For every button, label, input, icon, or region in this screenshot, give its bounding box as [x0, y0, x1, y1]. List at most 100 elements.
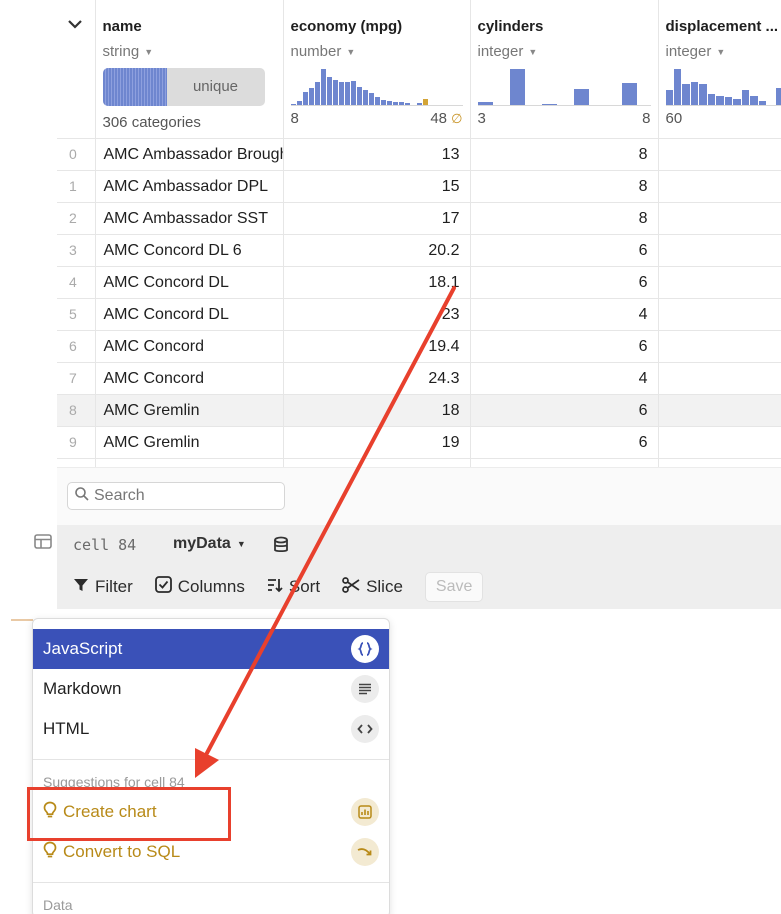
histogram-range: 38	[478, 110, 651, 127]
table-row[interactable]: 9 AMC Gremlin 19 6	[57, 426, 781, 459]
save-button[interactable]: Save	[424, 572, 484, 602]
range-max-value: 48	[430, 110, 447, 127]
scissors-icon	[342, 576, 360, 598]
table-row[interactable]: 10AMC Gremlin206	[57, 458, 781, 467]
cell-displacement	[658, 202, 781, 235]
cell-economy: 18	[283, 394, 471, 427]
cell-cylinders: 6	[470, 394, 659, 427]
cell-name: AMC Gremlin	[95, 458, 284, 467]
table-row[interactable]: 2 AMC Ambassador SST 17 8	[57, 202, 781, 235]
histogram-range: 8 48 ∅	[291, 110, 463, 127]
search-input[interactable]	[94, 487, 274, 505]
cell-name: AMC Ambassador SST	[95, 202, 284, 235]
braces-icon	[351, 635, 379, 663]
table-toolbar: Filter Columns Sort Slice Save	[57, 565, 781, 609]
cell-name: AMC Gremlin	[95, 394, 284, 427]
slice-button[interactable]: Slice	[342, 576, 403, 598]
cell-cylinders: 6	[470, 426, 659, 459]
histogram-bar	[320, 69, 326, 105]
sort-label: Sort	[288, 577, 321, 596]
filter-label: Filter	[95, 577, 133, 596]
cell-displacement	[658, 138, 781, 171]
chevron-down-icon[interactable]	[67, 14, 94, 35]
row-index: 10	[57, 458, 96, 467]
histogram-displacement[interactable]	[665, 68, 781, 106]
column-header-displacement[interactable]: displacement ... integer ▼ 60	[658, 0, 781, 139]
table-row[interactable]: 6 AMC Concord 19.4 6	[57, 330, 781, 363]
table-row[interactable]: 1 AMC Ambassador DPL 15 8	[57, 170, 781, 203]
histogram-bar	[422, 99, 428, 105]
row-index: 3	[57, 234, 96, 267]
cell-displacement	[658, 266, 781, 299]
cell-displacement	[658, 394, 781, 427]
column-type-dropdown[interactable]: integer ▼	[666, 43, 781, 60]
filter-button[interactable]: Filter	[73, 577, 133, 597]
cell-name: AMC Ambassador Brougham	[95, 138, 284, 171]
cell-name: AMC Concord	[95, 330, 284, 363]
cell-displacement	[658, 298, 781, 331]
menu-item-label: HTML	[43, 719, 90, 738]
table-row[interactable]: 8 AMC Gremlin 18 6	[57, 394, 781, 427]
histogram-bar	[392, 101, 398, 105]
histogram-bar	[296, 100, 302, 105]
range-min: 8	[290, 110, 299, 127]
table-row[interactable]: 7 AMC Concord 24.3 4	[57, 362, 781, 395]
sort-icon	[267, 577, 283, 598]
menu-item-html[interactable]: HTML	[33, 709, 389, 749]
column-header-economy[interactable]: economy (mpg) number ▼ 8 48 ∅	[283, 0, 471, 139]
cell-displacement	[658, 426, 781, 459]
column-type-dropdown[interactable]: string ▼	[103, 43, 276, 60]
column-type-dropdown[interactable]: integer ▼	[478, 43, 651, 60]
row-index: 0	[57, 138, 96, 171]
histogram-bar	[386, 100, 392, 105]
histogram-economy[interactable]	[290, 68, 463, 106]
table-row[interactable]: 4 AMC Concord DL 18.1 6	[57, 266, 781, 299]
cell-displacement	[658, 330, 781, 363]
cell-name: AMC Concord DL 6	[95, 234, 284, 267]
histogram-bar	[338, 81, 344, 105]
sort-button[interactable]: Sort	[267, 577, 320, 598]
table-row[interactable]: 0AMC Ambassador Brougham138	[57, 138, 781, 171]
cell-economy: 17	[283, 202, 471, 235]
range-max: 8	[642, 110, 651, 127]
histogram-bar	[775, 87, 781, 105]
database-icon[interactable]	[273, 536, 289, 559]
variable-dropdown[interactable]: myData ▼	[173, 535, 246, 553]
column-type: number	[290, 43, 342, 60]
caret-down-icon: ▼	[346, 46, 356, 57]
histogram-bars	[290, 68, 463, 106]
histogram-bar	[707, 93, 716, 105]
histogram-bar	[733, 99, 741, 105]
histogram-bar	[673, 69, 682, 105]
row-index: 4	[57, 266, 96, 299]
cell-header: cell 84 myData ▼	[57, 525, 781, 565]
caret-down-icon: ▼	[144, 46, 154, 57]
histogram-cylinders[interactable]	[477, 68, 651, 106]
histogram-bar	[314, 82, 320, 105]
menu-item-label: JavaScript	[43, 639, 123, 658]
column-type-dropdown[interactable]: number ▼	[291, 43, 463, 60]
data-heading: Data	[43, 897, 73, 913]
columns-button[interactable]: Columns	[154, 576, 245, 598]
search-box[interactable]	[67, 482, 285, 510]
table-cell-icon[interactable]	[34, 534, 52, 549]
cell-economy: 19.4	[283, 330, 471, 363]
table-row[interactable]: 3 AMC Concord DL 6 20.2 6	[57, 234, 781, 267]
cell-displacement	[658, 362, 781, 395]
menu-item-javascript[interactable]: JavaScript	[33, 629, 389, 669]
column-header-cylinders[interactable]: cylinders integer ▼ 38	[470, 0, 659, 139]
column-type: string	[102, 43, 140, 60]
lightbulb-icon	[43, 841, 57, 864]
histogram-bar	[356, 87, 362, 105]
histogram-bar	[332, 80, 338, 105]
table-row[interactable]: 5 AMC Concord DL 23 4	[57, 298, 781, 331]
annotation-highlight-box	[27, 787, 231, 841]
column-header-name[interactable]: name string ▼ unique 306 categories	[95, 0, 284, 139]
menu-item-markdown[interactable]: Markdown	[33, 669, 389, 709]
cell-displacement	[658, 234, 781, 267]
collapse-toggle[interactable]	[57, 0, 96, 139]
cell-displacement	[658, 458, 781, 467]
cell-name: AMC Ambassador DPL	[95, 170, 284, 203]
caret-down-icon: ▼	[528, 46, 538, 57]
text-lines-icon	[351, 675, 379, 703]
